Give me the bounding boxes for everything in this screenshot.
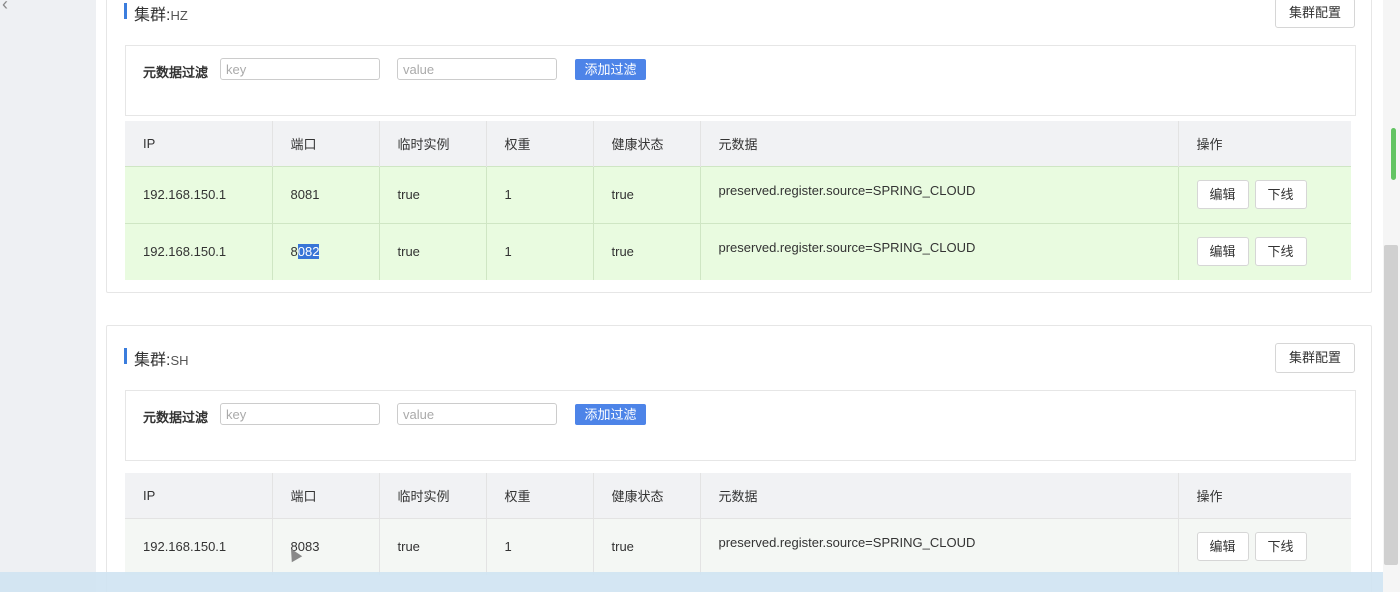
- filter-key-input[interactable]: [220, 403, 380, 425]
- cluster-name: SH: [170, 353, 189, 368]
- cell-health: true: [593, 222, 701, 280]
- cell-health: true: [593, 165, 701, 223]
- cell-ephemeral: true: [379, 165, 487, 223]
- table-row: 192.168.150.1 8083 true 1 true preserved…: [125, 517, 1351, 575]
- add-filter-button[interactable]: 添加过滤: [575, 404, 646, 425]
- col-actions: 操作: [1178, 121, 1351, 166]
- cell-actions: 编辑 下线: [1178, 222, 1351, 280]
- title-accent-bar: [124, 3, 127, 19]
- table-header-row: IP 端口 临时实例 权重 健康状态 元数据 操作: [125, 473, 1351, 518]
- table-header-row: IP 端口 临时实例 权重 健康状态 元数据 操作: [125, 121, 1351, 166]
- edit-button[interactable]: 编辑: [1196, 237, 1249, 267]
- edit-button[interactable]: 编辑: [1196, 180, 1249, 209]
- col-health: 健康状态: [593, 473, 701, 518]
- cluster-title: 集群:HZ: [134, 7, 188, 24]
- col-metadata: 元数据: [700, 121, 1179, 166]
- title-accent-bar: [124, 348, 127, 364]
- cell-weight: 1: [486, 517, 594, 575]
- cluster-config-button[interactable]: 集群配置: [1274, 343, 1355, 373]
- col-port: 端口: [272, 473, 380, 518]
- video-overlay-band: [0, 572, 1383, 592]
- col-ip: IP: [125, 121, 273, 166]
- metadata-filter: 元数据过滤 添加过滤: [125, 45, 1356, 116]
- offline-button[interactable]: 下线: [1254, 532, 1307, 562]
- instance-table: IP 端口 临时实例 权重 健康状态 元数据 操作 192.168.150.1 …: [125, 473, 1351, 575]
- cell-weight: 1: [486, 165, 594, 223]
- cell-metadata: preserved.register.source=SPRING_CLOUD: [700, 165, 1179, 223]
- cell-ip: 192.168.150.1: [125, 165, 273, 223]
- left-rail: ‹: [0, 0, 96, 592]
- col-actions: 操作: [1178, 473, 1351, 518]
- cell-actions: 编辑 下线: [1178, 517, 1351, 575]
- cell-port: 8081: [272, 165, 380, 223]
- col-port: 端口: [272, 121, 380, 166]
- cell-weight: 1: [486, 222, 594, 280]
- text-selection[interactable]: 082: [297, 244, 320, 260]
- add-filter-button[interactable]: 添加过滤: [575, 59, 646, 80]
- cluster-header: 集群:HZ 集群配置: [107, 0, 1371, 43]
- col-ephemeral: 临时实例: [379, 473, 487, 518]
- table-row: 192.168.150.1 8082 true 1 true preserved…: [125, 222, 1351, 280]
- cell-ephemeral: true: [379, 222, 487, 280]
- cell-port: 8083: [272, 517, 380, 575]
- instance-table: IP 端口 临时实例 权重 健康状态 元数据 操作 192.168.150.1 …: [125, 121, 1351, 280]
- cluster-panel-hz: 集群:HZ 集群配置 元数据过滤 添加过滤 IP 端口 临时实例 权重 健康状态…: [106, 0, 1372, 293]
- col-health: 健康状态: [593, 121, 701, 166]
- cluster-header: 集群:SH 集群配置: [107, 326, 1371, 388]
- filter-value-input[interactable]: [397, 403, 557, 425]
- cluster-title: 集群:SH: [134, 352, 189, 369]
- col-weight: 权重: [486, 473, 594, 518]
- cell-metadata: preserved.register.source=SPRING_CLOUD: [700, 222, 1179, 280]
- scroll-indicator: [1391, 128, 1396, 180]
- col-metadata: 元数据: [700, 473, 1179, 518]
- filter-key-input[interactable]: [220, 58, 380, 80]
- cell-port: 8082: [272, 222, 380, 280]
- cell-ip: 192.168.150.1: [125, 517, 273, 575]
- col-ephemeral: 临时实例: [379, 121, 487, 166]
- col-ip: IP: [125, 473, 273, 518]
- offline-button[interactable]: 下线: [1254, 180, 1307, 209]
- table-row: 192.168.150.1 8081 true 1 true preserved…: [125, 165, 1351, 223]
- metadata-filter: 元数据过滤 添加过滤: [125, 390, 1356, 461]
- cluster-name: HZ: [170, 8, 188, 23]
- scrollbar-thumb[interactable]: [1384, 245, 1398, 565]
- port-text: 8: [290, 244, 298, 260]
- filter-value-input[interactable]: [397, 58, 557, 80]
- cell-ephemeral: true: [379, 517, 487, 575]
- cell-actions: 编辑 下线: [1178, 165, 1351, 223]
- filter-label: 元数据过滤: [143, 65, 209, 80]
- cell-metadata: preserved.register.source=SPRING_CLOUD: [700, 517, 1179, 575]
- offline-button[interactable]: 下线: [1254, 237, 1307, 267]
- cell-ip: 192.168.150.1: [125, 222, 273, 280]
- edit-button[interactable]: 编辑: [1196, 532, 1249, 562]
- col-weight: 权重: [486, 121, 594, 166]
- filter-label: 元数据过滤: [143, 410, 209, 425]
- cell-health: true: [593, 517, 701, 575]
- chevron-left-icon[interactable]: ‹: [2, 0, 8, 15]
- cluster-config-button[interactable]: 集群配置: [1274, 0, 1355, 28]
